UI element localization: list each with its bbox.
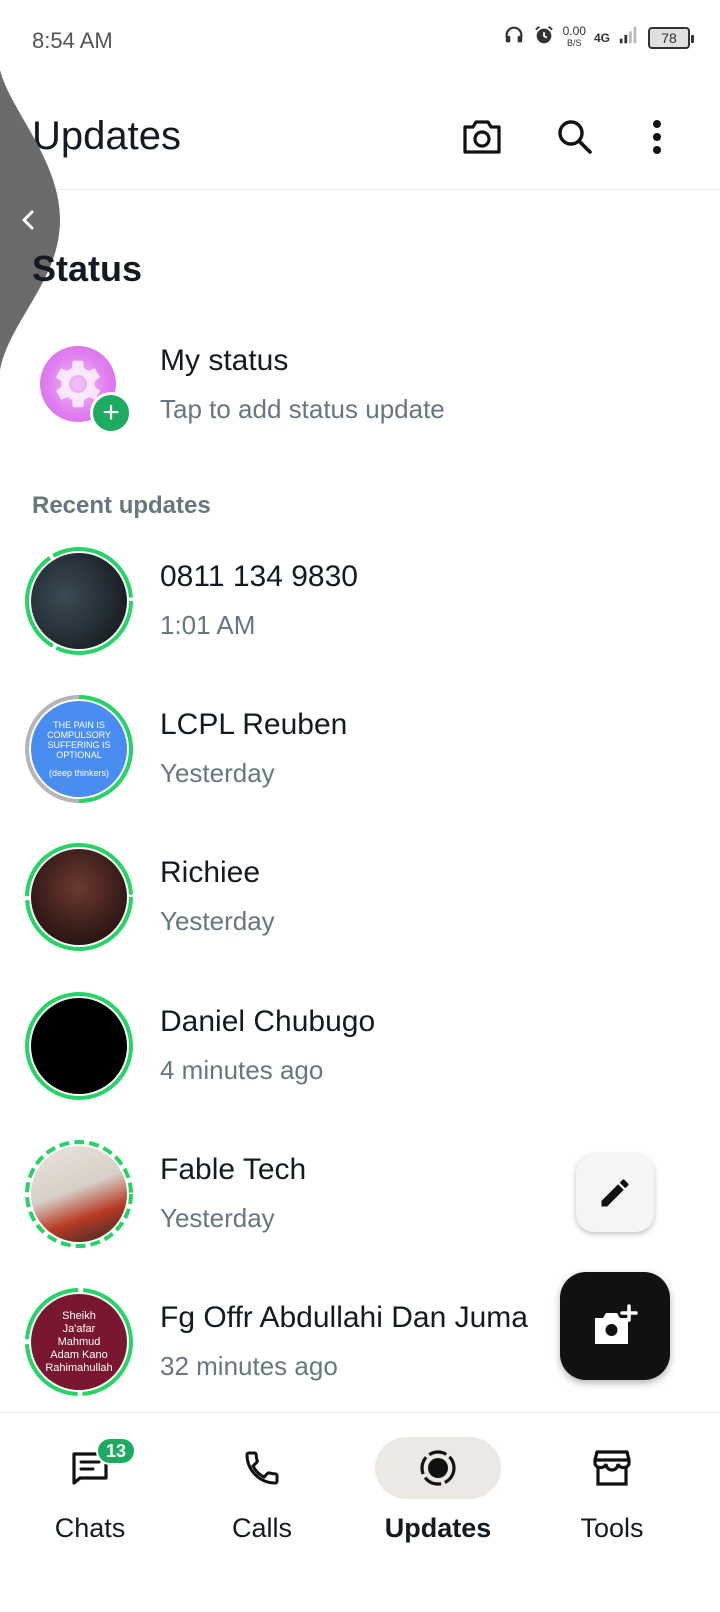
contact-name: 0811 134 9830: [160, 560, 358, 593]
thumbnail-text: SUFFERING IS: [47, 740, 111, 750]
add-status-badge[interactable]: +: [90, 392, 132, 434]
status-time: 32 minutes ago: [160, 1351, 338, 1381]
status-thumbnail: [31, 1146, 127, 1242]
text-status-button[interactable]: [576, 1154, 654, 1232]
contact-name: LCPL Reuben: [160, 708, 348, 741]
nav-chats[interactable]: 13 Chats: [0, 1413, 180, 1563]
contact-name: Daniel Chubugo: [160, 1005, 376, 1038]
phone-icon: [199, 1437, 325, 1499]
battery-level: 78: [661, 29, 677, 46]
camera-icon[interactable]: [457, 112, 507, 162]
alarm-icon: [533, 24, 555, 51]
contact-name: Richiee: [160, 856, 261, 889]
nav-updates[interactable]: Updates: [348, 1413, 528, 1563]
status-thumbnail: Sheikh Ja'afar Mahmud Adam Kano Rahimahu…: [31, 1294, 127, 1390]
status-thumbnail: [31, 553, 127, 649]
status-row[interactable]: Daniel Chubugo 4 minutes ago: [0, 989, 720, 1137]
store-icon: [549, 1437, 675, 1499]
thumbnail-text: Mahmud: [57, 1335, 101, 1348]
status-bar: 8:54 AM 0.00 B/S 4G 78: [0, 0, 720, 80]
status-time: 4 minutes ago: [160, 1055, 324, 1085]
headphones-icon: [503, 24, 525, 51]
contact-name: Fable Tech: [160, 1153, 307, 1186]
thumbnail-text: COMPULSORY: [47, 730, 111, 740]
my-status-row[interactable]: + My status Tap to add status update: [0, 336, 720, 446]
thumbnail-text: OPTIONAL: [56, 750, 102, 760]
recent-updates-label: Recent updates: [32, 492, 211, 519]
status-row[interactable]: THE PAIN IS COMPULSORY SUFFERING IS OPTI…: [0, 692, 720, 840]
back-gesture-handle[interactable]: [0, 70, 60, 370]
nav-label: Chats: [54, 1513, 126, 1543]
my-status-subtitle: Tap to add status update: [160, 394, 445, 424]
pencil-icon: [601, 1179, 629, 1207]
my-status-name: My status: [160, 344, 289, 377]
status-time: Yesterday: [160, 906, 275, 936]
status-row[interactable]: Richiee Yesterday: [0, 840, 720, 988]
nav-label: Tools: [580, 1513, 644, 1543]
nav-label: Calls: [231, 1513, 292, 1543]
nav-calls[interactable]: Calls: [172, 1413, 352, 1563]
net-speed-value: 0.00: [562, 24, 586, 38]
clock: 8:54 AM: [32, 28, 113, 53]
thumbnail-text: Sheikh: [62, 1309, 96, 1322]
status-time: Yesterday: [160, 758, 275, 788]
thumbnail-text: Rahimahullah: [45, 1361, 113, 1374]
status-section-title: Status: [32, 248, 143, 289]
thumbnail-text: Ja'afar: [62, 1322, 96, 1335]
nav-tools[interactable]: Tools: [522, 1413, 702, 1563]
signal-icon: [618, 24, 640, 51]
camera-plus-icon: [595, 1304, 638, 1344]
status-time: Yesterday: [160, 1203, 275, 1233]
camera-status-button[interactable]: [560, 1272, 670, 1380]
status-time: 1:01 AM: [160, 610, 256, 640]
status-row[interactable]: 0811 134 9830 1:01 AM: [0, 544, 720, 692]
app-header: Updates: [0, 100, 720, 190]
more-vert-icon[interactable]: [632, 112, 682, 162]
thumbnail-text: THE PAIN IS: [53, 720, 105, 730]
network-type: 4G: [593, 30, 610, 45]
status-thumbnail: [31, 998, 127, 1094]
status-icons: 0.00 B/S 4G 78: [503, 24, 694, 51]
updates-icon: [375, 1437, 501, 1499]
battery-icon: 78: [648, 26, 694, 49]
nav-label: Updates: [384, 1513, 492, 1543]
thumbnail-text: (deep thinkers): [48, 768, 110, 778]
net-speed: 0.00 B/S: [562, 24, 586, 49]
search-icon[interactable]: [550, 112, 600, 162]
status-thumbnail: THE PAIN IS COMPULSORY SUFFERING IS OPTI…: [31, 701, 127, 797]
bottom-navigation: 13 Chats Calls Updates Tools: [0, 1412, 720, 1612]
unread-badge: 13: [96, 1437, 137, 1465]
net-speed-unit: B/S: [567, 38, 582, 48]
contact-name: Fg Offr Abdullahi Dan Juma: [160, 1301, 528, 1334]
thumbnail-text: Adam Kano: [50, 1348, 108, 1361]
status-thumbnail: [31, 849, 127, 945]
